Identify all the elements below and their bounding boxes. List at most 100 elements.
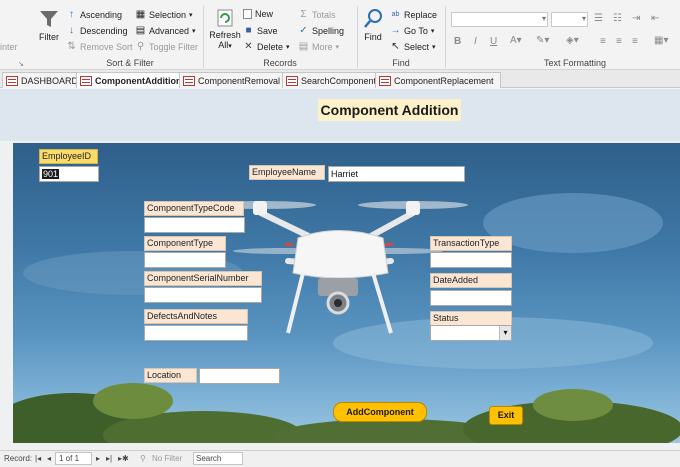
new-record-button[interactable]: New — [243, 9, 273, 19]
employee-name-label: EmployeeName — [249, 165, 325, 180]
save-button[interactable]: ■ Save — [243, 25, 277, 36]
replace-button[interactable]: ab Replace — [390, 9, 437, 20]
component-type-code-label: ComponentTypeCode — [144, 201, 244, 216]
new-record-nav-icon[interactable]: ▸✱ — [118, 454, 129, 463]
decrease-indent-icon[interactable]: ⇤ — [651, 13, 659, 24]
remove-sort-button[interactable]: ⇅ Remove Sort — [66, 41, 132, 52]
sort-filter-group-label: Sort & Filter — [106, 58, 154, 68]
defects-and-notes-field[interactable] — [144, 325, 248, 341]
status-dropdown-icon[interactable]: ▾ — [499, 326, 511, 340]
toggle-filter-label: Toggle Filter — [149, 41, 199, 52]
next-record-icon[interactable]: ▸ — [96, 454, 100, 463]
tab-dashboard[interactable]: DASHBOARD — [2, 72, 86, 88]
align-center-icon[interactable]: ≡ — [616, 36, 622, 47]
form-icon — [183, 75, 195, 86]
form-icon — [379, 75, 391, 86]
component-type-code-field[interactable] — [144, 217, 245, 233]
add-component-button[interactable]: AddComponent — [333, 402, 427, 422]
tab-component-addition[interactable]: ComponentAddition — [76, 72, 189, 88]
employee-id-field[interactable]: 901 — [39, 166, 99, 182]
remove-sort-icon: ⇅ — [67, 41, 76, 52]
first-record-icon[interactable]: |◂ — [35, 454, 41, 463]
component-type-label: ComponentType — [144, 236, 226, 251]
font-color-icon[interactable]: A▾ — [510, 35, 522, 46]
go-to-button[interactable]: → Go To ▾ — [390, 25, 435, 36]
ascending-button[interactable]: ↑ Ascending — [66, 9, 122, 20]
more-button[interactable]: ▤ More ▾ — [298, 41, 339, 52]
tab-component-replacement[interactable]: ComponentReplacement — [375, 72, 501, 88]
drone-photo-illustration — [13, 193, 680, 443]
dialog-launcher-icon[interactable]: ↘ — [18, 60, 24, 68]
filter-funnel-icon — [40, 11, 58, 27]
records-group-label: Records — [263, 58, 297, 68]
highlight-color-icon[interactable]: ✎▾ — [536, 35, 549, 46]
save-icon: ■ — [245, 25, 252, 36]
more-icon: ▤ — [298, 41, 309, 52]
toggle-filter-button[interactable]: ⚲ Toggle Filter — [135, 41, 198, 52]
employee-name-field[interactable]: Harriet — [328, 166, 465, 182]
delete-button[interactable]: ✕ Delete ▾ — [243, 41, 290, 52]
tab-component-removal[interactable]: ComponentRemoval — [179, 72, 288, 88]
record-position-field[interactable]: 1 of 1 — [55, 452, 92, 465]
go-to-dropdown-icon: ▾ — [430, 27, 435, 35]
tab-label: ComponentReplacement — [394, 75, 494, 86]
tab-search-component[interactable]: SearchComponent — [282, 72, 384, 88]
font-name-combo[interactable] — [451, 12, 548, 27]
toggle-filter-icon: ⚲ — [136, 41, 145, 52]
select-button[interactable]: ↖ Select ▾ — [390, 41, 435, 52]
ribbon-separator — [203, 6, 204, 68]
descending-label: Descending — [80, 25, 128, 36]
italic-button[interactable]: I — [474, 36, 477, 47]
increase-indent-icon[interactable]: ⇥ — [632, 13, 640, 24]
transaction-type-field[interactable] — [430, 252, 512, 268]
bullet-list-icon[interactable]: ☰ — [594, 13, 603, 24]
spelling-button[interactable]: ✓ Spelling — [298, 25, 344, 36]
filter-button[interactable]: Filter — [36, 8, 62, 42]
record-label: Record: — [4, 454, 33, 463]
selection-icon: ▦ — [135, 9, 146, 20]
exit-button[interactable]: Exit — [489, 406, 523, 425]
align-left-icon[interactable]: ≡ — [600, 36, 606, 47]
tab-label: ComponentAddition — [95, 75, 182, 86]
delete-icon: ✕ — [244, 41, 253, 52]
search-input[interactable]: Search — [193, 452, 243, 465]
defects-and-notes-label: DefectsAndNotes — [144, 309, 248, 324]
status-combo[interactable]: ▾ — [430, 325, 512, 341]
no-filter-label[interactable]: No Filter — [152, 454, 182, 463]
component-serial-number-label: ComponentSerialNumber — [144, 271, 262, 286]
delete-label: Delete — [257, 41, 284, 52]
fill-color-icon[interactable]: ◈▾ — [566, 35, 579, 46]
numbered-list-icon[interactable]: ☷ — [613, 13, 622, 24]
delete-dropdown-icon: ▾ — [286, 43, 290, 51]
ascending-label: Ascending — [80, 9, 123, 20]
totals-button[interactable]: Σ Totals — [298, 9, 335, 20]
font-size-combo[interactable] — [551, 12, 588, 27]
selection-button[interactable]: ▦ Selection ▾ — [135, 9, 193, 20]
align-right-icon[interactable]: ≡ — [632, 36, 638, 47]
descending-button[interactable]: ↓ Descending — [66, 25, 128, 36]
location-field[interactable] — [199, 368, 280, 384]
sort-descending-icon: ↓ — [69, 25, 74, 36]
page-title: Component Addition — [318, 99, 461, 121]
totals-icon: Σ — [300, 9, 307, 20]
gridlines-icon[interactable]: ▦▾ — [654, 35, 668, 46]
transaction-type-label: TransactionType — [430, 236, 512, 251]
last-record-icon[interactable]: ▸| — [106, 454, 112, 463]
refresh-all-button[interactable]: Refresh All▾ — [209, 8, 241, 50]
go-to-arrow-icon: → — [390, 25, 401, 36]
drone-background-image — [13, 143, 680, 443]
record-navigation-bar: Record: |◂ ◂ 1 of 1 ▸ ▸| ▸✱ ⚲ No Filter … — [0, 450, 680, 467]
component-type-field[interactable] — [144, 252, 226, 268]
refresh-dropdown-icon: ▾ — [228, 43, 232, 50]
bold-button[interactable]: B — [454, 36, 461, 47]
component-serial-number-field[interactable] — [144, 287, 262, 303]
advanced-button[interactable]: ▤ Advanced ▾ — [135, 25, 196, 36]
underline-button[interactable]: U — [490, 36, 497, 47]
advanced-filter-icon: ▤ — [135, 25, 146, 36]
previous-record-icon[interactable]: ◂ — [47, 454, 51, 463]
select-label: Select — [404, 41, 430, 52]
date-added-field[interactable] — [430, 290, 512, 306]
find-button[interactable]: Find — [361, 8, 385, 42]
employee-id-label: EmployeeID — [39, 149, 98, 164]
spelling-label: Spelling — [312, 25, 345, 36]
